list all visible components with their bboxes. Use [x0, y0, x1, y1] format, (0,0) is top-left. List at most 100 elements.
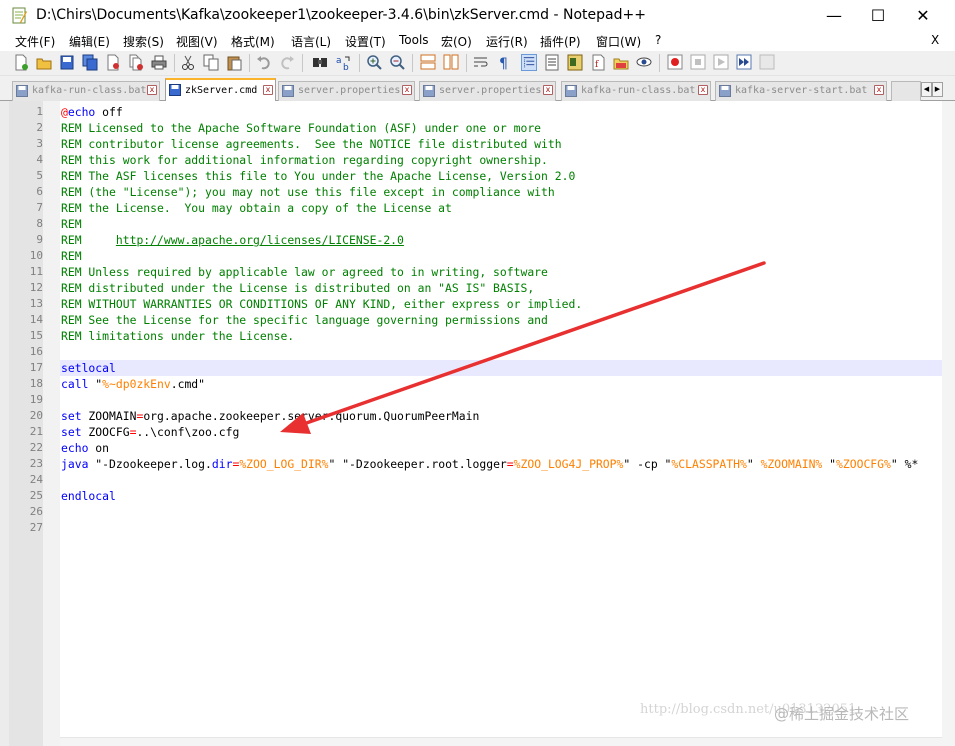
code-line[interactable]: set ZOOCFG=..\conf\zoo.cfg: [61, 424, 239, 440]
code-line[interactable]: REM Licensed to the Apache Software Foun…: [61, 120, 541, 136]
menu-language[interactable]: 语言(L): [291, 33, 331, 50]
save-icon[interactable]: [59, 54, 75, 71]
code-line[interactable]: @echo off: [61, 104, 123, 120]
zoom-in-icon[interactable]: [366, 54, 382, 71]
code-line[interactable]: REM WITHOUT WARRANTIES OR CONDITIONS OF …: [61, 296, 582, 312]
code-line[interactable]: endlocal: [61, 488, 116, 504]
tab-server-properties[interactable]: server.properties x: [419, 81, 556, 101]
close-all-icon[interactable]: [128, 54, 144, 71]
copy-icon[interactable]: [203, 54, 219, 71]
undo-icon[interactable]: [256, 54, 272, 71]
menu-search[interactable]: 搜索(S): [123, 33, 164, 50]
tab-close-icon[interactable]: x: [263, 85, 273, 95]
tab-scroll-left-icon[interactable]: ◀: [921, 82, 932, 97]
code-line[interactable]: REM distributed under the License is dis…: [61, 280, 534, 296]
menu-macro[interactable]: 宏(O): [441, 33, 472, 50]
tab-scroll-right-icon[interactable]: ▶: [932, 82, 943, 97]
print-icon[interactable]: [151, 54, 167, 71]
fold-margin[interactable]: [43, 101, 60, 746]
menu-edit[interactable]: 编辑(E): [69, 33, 110, 50]
code-token: setlocal: [61, 361, 116, 375]
folder-workspace-icon[interactable]: [613, 54, 629, 71]
close-document-button[interactable]: X: [931, 33, 939, 47]
macro-stop-icon[interactable]: [690, 54, 706, 71]
macro-record-icon[interactable]: [667, 54, 683, 71]
macro-play-icon[interactable]: [713, 54, 729, 71]
new-file-icon[interactable]: [13, 54, 29, 71]
code-line[interactable]: REM the License. You may obtain a copy o…: [61, 200, 452, 216]
sync-horizontal-icon[interactable]: [443, 54, 459, 71]
code-line[interactable]: echo on: [61, 440, 109, 456]
code-token: %ZOO_LOG_DIR%: [239, 457, 329, 471]
tab-kafka-run-class-bat[interactable]: kafka-run-class.bat x: [561, 81, 711, 101]
code-token: REM limitations under the License.: [61, 329, 295, 343]
editor-area[interactable]: 1 2 3 4 5 6 7 8 9 10 11 12 13 14 15 16 17 18 19 20 21 22 23 24 2…: [0, 101, 955, 746]
code-line[interactable]: REM: [61, 248, 82, 264]
cut-icon[interactable]: [180, 54, 196, 71]
tab-overflow-partial[interactable]: [891, 81, 921, 101]
code-line[interactable]: set ZOOMAIN=org.apache.zookeeper.server.…: [61, 408, 479, 424]
redo-icon[interactable]: [279, 54, 295, 71]
minimize-button[interactable]: —: [811, 0, 857, 31]
code-line[interactable]: REM: [61, 216, 82, 232]
code-line[interactable]: REM this work for additional information…: [61, 152, 548, 168]
function-list-icon[interactable]: f: [590, 54, 606, 71]
indent-guide-icon[interactable]: [521, 54, 537, 71]
toolbar-separator: [359, 54, 360, 72]
tab-label: kafka-run-class.bat: [581, 85, 696, 96]
menu-help[interactable]: ?: [655, 33, 661, 47]
code-line[interactable]: REM (the "License"); you may not use thi…: [61, 184, 555, 200]
tab-close-icon[interactable]: x: [402, 85, 412, 95]
code-token: REM: [61, 249, 82, 263]
tab-close-icon[interactable]: x: [543, 85, 553, 95]
menu-tools[interactable]: Tools: [399, 33, 429, 47]
find-icon[interactable]: [312, 54, 328, 71]
tab-server-properties[interactable]: server.properties x: [278, 81, 415, 101]
tab-kafka-server-start-bat[interactable]: kafka-server-start.bat x: [715, 81, 887, 101]
tab-close-icon[interactable]: x: [698, 85, 708, 95]
maximize-button[interactable]: ☐: [855, 0, 901, 31]
macro-run-multiple-icon[interactable]: [736, 54, 752, 71]
tab-zkserver-cmd[interactable]: zkServer.cmd x: [165, 78, 276, 101]
code-line[interactable]: java "-Dzookeeper.log.dir=%ZOO_LOG_DIR%"…: [61, 456, 918, 472]
menu-window[interactable]: 窗口(W): [596, 33, 641, 50]
code-token: " "-Dzookeeper.root.logger: [328, 457, 507, 471]
code-line[interactable]: REM Unless required by applicable law or…: [61, 264, 548, 280]
code-line[interactable]: setlocal: [61, 360, 116, 376]
tab-close-icon[interactable]: x: [874, 85, 884, 95]
vertical-scrollbar[interactable]: [942, 101, 955, 746]
menu-format[interactable]: 格式(M): [231, 33, 275, 50]
license-link[interactable]: http://www.apache.org/licenses/LICENSE-2…: [116, 233, 404, 247]
code-line[interactable]: REM The ASF licenses this file to You un…: [61, 168, 575, 184]
tab-kafka-run-class-bat[interactable]: kafka-run-class.bat x: [12, 81, 160, 101]
word-wrap-icon[interactable]: [473, 54, 489, 71]
replace-icon[interactable]: ab: [336, 54, 352, 71]
tab-close-icon[interactable]: x: [147, 85, 157, 95]
zoom-out-icon[interactable]: [389, 54, 405, 71]
menu-settings[interactable]: 设置(T): [345, 33, 386, 50]
code-line[interactable]: REM See the License for the specific lan…: [61, 312, 548, 328]
macro-save-icon[interactable]: [759, 54, 775, 71]
menu-run[interactable]: 运行(R): [486, 33, 528, 50]
show-all-characters-icon[interactable]: ¶: [496, 54, 512, 71]
open-file-icon[interactable]: [36, 54, 52, 71]
close-file-icon[interactable]: [105, 54, 121, 71]
code-line[interactable]: REM limitations under the License.: [61, 328, 294, 344]
monitoring-eye-icon[interactable]: [636, 54, 652, 71]
close-window-button[interactable]: ✕: [900, 0, 946, 31]
save-all-icon[interactable]: [82, 54, 98, 71]
code-line[interactable]: REM http://www.apache.org/licenses/LICEN…: [61, 232, 404, 248]
menu-plugins[interactable]: 插件(P): [540, 33, 581, 50]
horizontal-scrollbar[interactable]: [60, 737, 942, 746]
menu-file[interactable]: 文件(F): [15, 33, 55, 50]
document-map-icon[interactable]: [567, 54, 583, 71]
code-line[interactable]: call "%~dp0zkEnv.cmd": [61, 376, 205, 392]
paste-icon[interactable]: [226, 54, 242, 71]
code-token: REM See the License for the specific lan…: [61, 313, 548, 327]
sync-vertical-icon[interactable]: [420, 54, 436, 71]
code-line[interactable]: REM contributor license agreements. See …: [61, 136, 562, 152]
code-token: REM The ASF licenses this file to You un…: [61, 169, 576, 183]
user-defined-language-icon[interactable]: [544, 54, 560, 71]
menu-view[interactable]: 视图(V): [176, 33, 218, 50]
code-text[interactable]: @echo off REM Licensed to the Apache Soft…: [61, 104, 942, 744]
